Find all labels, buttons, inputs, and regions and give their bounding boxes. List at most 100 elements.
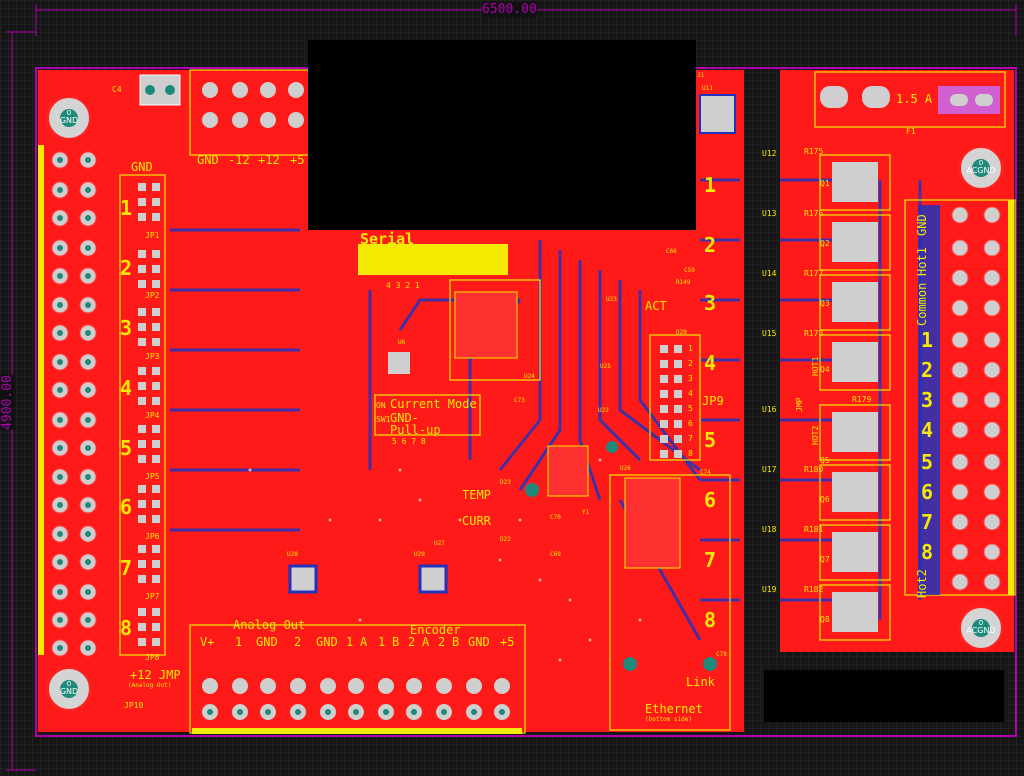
ref-d20: D20: [676, 329, 687, 336]
switch-on-label: ON: [376, 401, 386, 410]
jp10-label: JP10: [124, 701, 144, 710]
q-label-q8: Q8: [820, 615, 830, 624]
ref-u23: U23: [606, 296, 617, 303]
r-label-r176: R176: [804, 209, 824, 218]
vertical-label-common: Common: [915, 282, 929, 326]
jp9-number-6: 6: [688, 419, 693, 428]
width-dimension-label: 6500.00: [482, 2, 537, 17]
q-label-q7: Q7: [820, 555, 830, 564]
relay-number-4: 4: [704, 351, 717, 375]
switch-ref-label: SW1: [376, 415, 391, 424]
ref-r149: R149: [676, 279, 691, 286]
output-number-1: 1: [921, 328, 934, 352]
ref-d23: D23: [500, 479, 511, 486]
redacted-area-right: [764, 670, 1004, 722]
bottom-label-gnd2: GND: [316, 635, 338, 649]
jumper-label-jp4: JP4: [145, 411, 160, 420]
left-channel-1: 1: [120, 196, 133, 220]
ref-c70: C70: [550, 514, 561, 521]
q-label-q2: Q2: [820, 239, 830, 248]
jmp-hot1-label: HOT1: [811, 356, 820, 376]
r-label-r179: R179: [852, 395, 872, 404]
jumper-label-jp5: JP5: [145, 472, 160, 481]
relay-number-5: 5: [704, 428, 717, 452]
jmp-hot2-label: HOT2: [811, 425, 820, 445]
jumper-label-jp6: JP6: [145, 532, 160, 541]
u-label-u15: U15: [762, 329, 777, 338]
u-label-u12: U12: [762, 149, 777, 158]
ref-u27: U27: [434, 540, 445, 547]
bottom-label-1: 1: [235, 635, 243, 649]
analog-out-label: Analog Out: [233, 618, 306, 632]
ref-c74: C74: [700, 469, 711, 476]
ref-u6: U6: [398, 339, 406, 346]
power-label-plus5: +5: [290, 153, 305, 167]
q-label-q1: Q1: [820, 179, 830, 188]
mount-hole-bottom-left: 0 GND: [46, 666, 92, 712]
output-number-7: 7: [921, 510, 934, 534]
redacted-area-top: [308, 40, 696, 230]
jp9-number-8: 8: [688, 449, 693, 458]
jp9-number-5: 5: [688, 404, 693, 413]
left-channel-2: 2: [120, 256, 133, 280]
pull-up-label: Pull-up: [390, 423, 441, 437]
u-label-u18: U18: [762, 525, 777, 534]
output-number-4: 4: [921, 418, 934, 442]
power-label-minus12: -12: [228, 153, 250, 167]
height-dimension-label: 4900.00: [0, 375, 15, 430]
jumper-label-jp8: JP8: [145, 653, 160, 662]
output-number-2: 2: [921, 358, 934, 382]
bottom-label-enc-2a: A: [422, 635, 430, 649]
output-number-3: 3: [921, 388, 934, 412]
output-number-6: 6: [921, 480, 934, 504]
q-label-q3: Q3: [820, 299, 830, 308]
bottom-label-enc-1: 1: [346, 635, 354, 649]
jumper-label-jp2: JP2: [145, 291, 160, 300]
q-label-q5: Q5: [820, 456, 830, 465]
relay-number-8: 8: [704, 608, 717, 632]
jp9-number-2: 2: [688, 359, 693, 368]
ref-u29: U29: [414, 551, 425, 558]
u-label-u17: U17: [762, 465, 777, 474]
power-ref-label: C4: [112, 85, 122, 94]
ref-c66: C66: [666, 248, 677, 255]
bottom-label-vplus: V+: [200, 635, 215, 649]
mount-hole-top-left: 0 GND: [46, 95, 92, 141]
vertical-label-gnd: GND: [915, 214, 929, 236]
ref-c78: C78: [716, 651, 727, 658]
ref-j1: J1: [697, 72, 705, 79]
fuse-ref-label: F1: [906, 127, 916, 136]
r-label-r177: R177: [804, 269, 824, 278]
ethernet-label: Ethernet: [645, 702, 703, 716]
r-label-r180: R180: [804, 465, 824, 474]
u-label-u16: U16: [762, 405, 777, 414]
output-number-8: 8: [921, 540, 934, 564]
left-channel-6: 6: [120, 495, 133, 519]
ref-c73: C73: [514, 397, 525, 404]
bottom-label-enc-b: B: [392, 635, 400, 649]
jp9-number-7: 7: [688, 434, 693, 443]
bottom-label-enc-1b: 1: [378, 635, 386, 649]
ref-u11: U11: [702, 85, 713, 92]
relay-number-6: 6: [704, 488, 717, 512]
link-label: Link: [686, 675, 715, 689]
jmp-label: JMP: [795, 397, 804, 412]
vertical-label-hot1: Hot1: [915, 247, 929, 276]
jp9-label: JP9: [702, 394, 724, 408]
bottom-label-enc-2: 2: [408, 635, 416, 649]
jp9-number-1: 1: [688, 344, 693, 353]
ref-c69: C69: [550, 551, 561, 558]
bottom-label-gnd1: GND: [256, 635, 278, 649]
jumper-label-jp3: JP3: [145, 352, 160, 361]
relay-number-1: 1: [704, 173, 717, 197]
q-label-q6: Q6: [820, 495, 830, 504]
mount-hole-top-right: 0 ACGND: [958, 145, 1004, 191]
bottom-label-plus5: +5: [500, 635, 515, 649]
output-number-5: 5: [921, 450, 934, 474]
power-label-plus12: +12: [258, 153, 280, 167]
left-channel-7: 7: [120, 556, 133, 580]
q-label-q4: Q4: [820, 365, 830, 374]
vertical-label-hot2: Hot2: [915, 569, 929, 598]
u-label-u14: U14: [762, 269, 777, 278]
ref-y1: Y1: [582, 509, 590, 516]
